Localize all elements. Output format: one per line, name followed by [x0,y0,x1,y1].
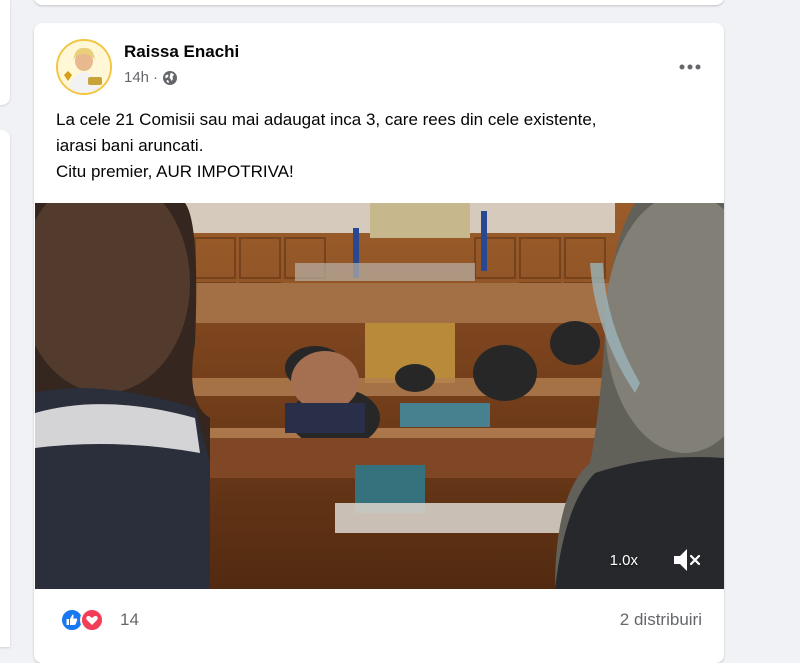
volume-muted-icon[interactable] [670,545,704,575]
reactions-bar: 14 2 distribuiri [56,605,702,635]
left-panel-edge [0,130,10,647]
shares-count[interactable]: 2 distribuiri [620,610,702,630]
reaction-icons[interactable] [60,608,108,632]
more-options-icon [679,64,701,70]
video-frame [35,203,724,589]
globe-icon[interactable] [162,70,178,86]
video-player[interactable]: 1.0x [35,203,724,589]
playback-speed-button[interactable]: 1.0x [610,552,638,569]
like-icon [60,608,84,632]
post-meta: 14h · [124,69,178,86]
previous-post-card-edge [34,0,724,5]
reaction-count[interactable]: 14 [120,610,139,630]
post-timestamp[interactable]: 14h [124,69,149,86]
left-panel-edge [0,0,10,105]
love-icon [80,608,104,632]
post-text-line: Citu premier, AUR IMPOTRIVA! [56,162,294,181]
post-header: Raissa Enachi 14h · [56,39,708,95]
feed-post: Raissa Enachi 14h · La cele 21 Comisii s… [34,23,724,663]
post-text: La cele 21 Comisii sau mai adaugat inca … [56,107,706,185]
avatar[interactable] [56,39,112,95]
post-text-line: La cele 21 Comisii sau mai adaugat inca … [56,110,597,129]
author-name[interactable]: Raissa Enachi [124,42,239,62]
post-text-line: iarasi bani aruncati. [56,136,204,155]
more-options-button[interactable] [672,49,708,85]
